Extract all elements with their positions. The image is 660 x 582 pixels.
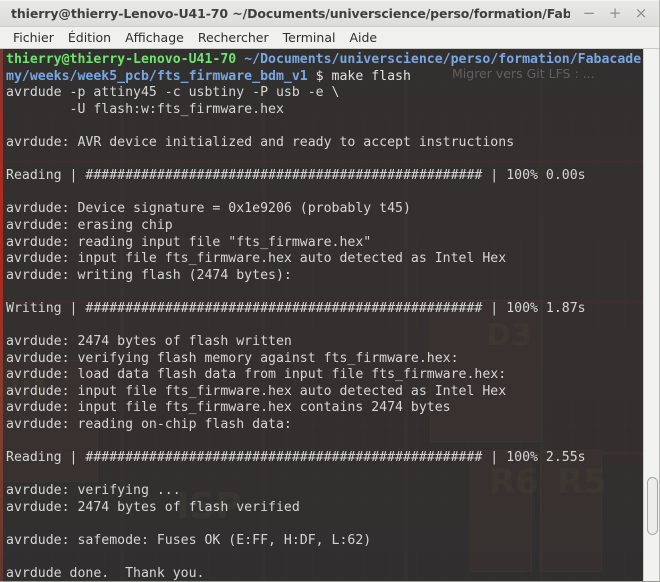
menu-item-rechercher[interactable]: Rechercher xyxy=(191,29,276,46)
terminal-output[interactable]: thierry@thierry-Lenovo-U41-70 ~/Document… xyxy=(3,49,643,582)
scrollbar-thumb[interactable] xyxy=(647,477,658,535)
command-entered: make flash xyxy=(331,68,411,84)
output-line: avrdude: 2474 bytes of flash verified xyxy=(6,500,300,516)
output-line: avrdude: AVR device initialized and read… xyxy=(6,134,515,150)
menu-item-aide[interactable]: Aide xyxy=(342,29,384,46)
menu-item-fichier[interactable]: Fichier xyxy=(6,29,61,46)
output-line: avrdude -p attiny45 -c usbtiny -P usb -e… xyxy=(6,85,340,101)
output-line: avrdude: input file fts_firmware.hex aut… xyxy=(6,251,507,267)
output-line: avrdude: verifying flash memory against … xyxy=(6,350,459,366)
progress-line-reading-1: Reading | ##############################… xyxy=(6,168,586,184)
prompt-path: ~/Documents/universcience/perso/formatio… xyxy=(236,52,642,67)
output-line: avrdude: reading input file "fts_firmwar… xyxy=(6,234,372,250)
prompt-symbol: $ xyxy=(307,68,332,84)
minimize-button[interactable]: − xyxy=(576,1,602,27)
terminal-window: D3 R6 R5 ISP U1 Migrer vers Git LFS : ..… xyxy=(0,0,660,582)
output-line: -U flash:w:fts_firmware.hex xyxy=(6,101,284,117)
output-line: avrdude: writing flash (2474 bytes): xyxy=(6,267,292,283)
output-line: avrdude: Device signature = 0x1e9206 (pr… xyxy=(6,201,411,217)
progress-line-reading-2: Reading | ##############################… xyxy=(6,450,586,466)
menu-item-edition[interactable]: Édition xyxy=(61,29,118,46)
output-line: avrdude: load data flash data from input… xyxy=(6,367,507,383)
output-line: avrdude: reading on-chip flash data: xyxy=(6,417,292,433)
progress-line-writing: Writing | ##############################… xyxy=(6,300,586,316)
wallpaper-sliver xyxy=(0,49,3,582)
output-line: avrdude: 2474 bytes of flash written xyxy=(6,334,292,350)
close-button[interactable]: × xyxy=(628,1,654,27)
output-line: avrdude: input file fts_firmware.hex aut… xyxy=(6,383,507,399)
terminal-area: thierry@thierry-Lenovo-U41-70 ~/Document… xyxy=(0,49,660,582)
output-line: avrdude: verifying ... xyxy=(6,483,181,499)
menu-bar: Fichier Édition Affichage Rechercher Ter… xyxy=(0,27,660,49)
output-line: avrdude done. Thank you. xyxy=(6,566,205,582)
output-line: avrdude: safemode: Fuses OK (E:FF, H:DF,… xyxy=(6,533,372,549)
output-line: avrdude: erasing chip xyxy=(6,217,173,233)
vertical-scrollbar[interactable] xyxy=(643,49,660,582)
menu-item-terminal[interactable]: Terminal xyxy=(276,29,343,46)
prompt-user-host: thierry@thierry-Lenovo-U41-70 xyxy=(6,52,237,67)
maximize-button[interactable]: + xyxy=(602,1,628,27)
backdrop-hint-text: Migrer vers Git LFS : ... xyxy=(452,66,595,81)
prompt-path-cont: my/weeks/week5_pcb/fts_firmware_bdm_v1 xyxy=(6,68,308,84)
menu-item-affichage[interactable]: Affichage xyxy=(118,29,191,46)
window-title: thierry@thierry-Lenovo-U41-70 ~/Document… xyxy=(11,6,570,21)
output-line: avrdude: input file fts_firmware.hex con… xyxy=(6,400,451,416)
title-bar: thierry@thierry-Lenovo-U41-70 ~/Document… xyxy=(0,0,660,27)
